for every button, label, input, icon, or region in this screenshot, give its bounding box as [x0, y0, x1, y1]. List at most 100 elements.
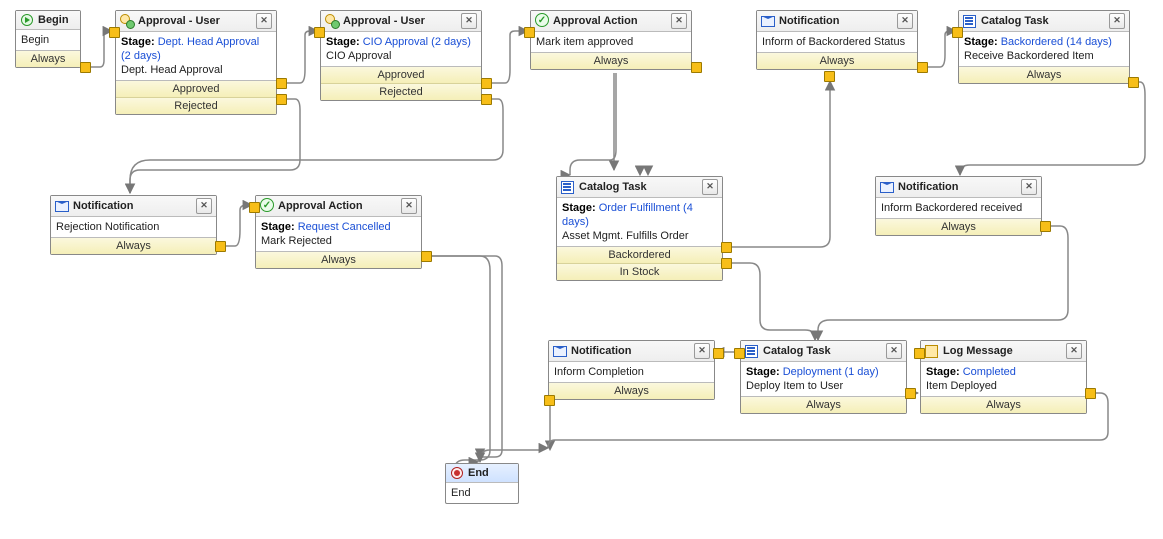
node-title: Notification [571, 345, 694, 357]
close-icon[interactable]: ✕ [256, 13, 272, 29]
outcome-always[interactable]: Always [741, 397, 906, 413]
catalog-task-icon [561, 180, 575, 194]
node-subtitle: Deploy Item to User [746, 380, 843, 392]
catalog-task-icon [745, 344, 759, 358]
approval-action-icon [260, 199, 274, 213]
port-in[interactable] [952, 27, 963, 38]
port-out[interactable] [276, 94, 287, 105]
node-subtitle: Receive Backordered Item [964, 50, 1094, 62]
port-out[interactable] [544, 395, 555, 406]
stage-value: Request Cancelled [298, 221, 391, 233]
outcome-approved[interactable]: Approved [321, 67, 481, 83]
node-subtitle: Item Deployed [926, 380, 997, 392]
outcome-always[interactable]: Always [876, 219, 1041, 235]
node-title: Notification [73, 200, 196, 212]
node-catalog-deploy[interactable]: Catalog Task ✕ Stage: Deployment (1 day)… [740, 340, 907, 414]
port-in[interactable] [249, 202, 260, 213]
node-subtitle: Inform Backordered received [876, 198, 1041, 218]
port-out[interactable] [1085, 388, 1096, 399]
stage-label: Stage: [562, 202, 596, 214]
outcome-always[interactable]: Always [256, 252, 421, 268]
node-notification-rejection[interactable]: Notification ✕ Rejection Notification Al… [50, 195, 217, 255]
node-title: End [468, 467, 514, 479]
outcome-always[interactable]: Always [549, 383, 714, 399]
close-icon[interactable]: ✕ [1066, 343, 1082, 359]
node-subtitle: Inform Completion [549, 362, 714, 382]
node-approval-action-cancelled[interactable]: Approval Action ✕ Stage: Request Cancell… [255, 195, 422, 269]
node-approval-dept[interactable]: Approval - User ✕ Stage: Dept. Head Appr… [115, 10, 277, 115]
node-catalog-backordered[interactable]: Catalog Task ✕ Stage: Backordered (14 da… [958, 10, 1130, 84]
node-catalog-fulfill[interactable]: Catalog Task ✕ Stage: Order Fulfillment … [556, 176, 723, 281]
end-icon [450, 466, 464, 480]
port-out[interactable] [721, 258, 732, 269]
stage-label: Stage: [926, 366, 960, 378]
node-title: Catalog Task [981, 15, 1109, 27]
port-in[interactable] [734, 348, 745, 359]
port-in[interactable] [713, 348, 724, 359]
node-notification-completion[interactable]: Notification ✕ Inform Completion Always [548, 340, 715, 400]
port-out[interactable] [905, 388, 916, 399]
port-out[interactable] [481, 78, 492, 89]
node-subtitle: Mark item approved [531, 32, 691, 52]
outcome-always[interactable]: Always [51, 238, 216, 254]
port-in[interactable] [314, 27, 325, 38]
notification-icon [761, 14, 775, 28]
port-out[interactable] [215, 241, 226, 252]
close-icon[interactable]: ✕ [694, 343, 710, 359]
node-title: Catalog Task [579, 181, 702, 193]
node-title: Approval - User [138, 15, 256, 27]
outcome-always[interactable]: Always [959, 67, 1129, 83]
outcome-approved[interactable]: Approved [116, 81, 276, 97]
stage-value: Backordered (14 days) [1001, 36, 1112, 48]
node-log-deployed[interactable]: Log Message ✕ Stage: Completed Item Depl… [920, 340, 1087, 414]
close-icon[interactable]: ✕ [886, 343, 902, 359]
outcome-instock[interactable]: In Stock [557, 263, 722, 280]
stage-value: Completed [963, 366, 1016, 378]
close-icon[interactable]: ✕ [1109, 13, 1125, 29]
outcome-rejected[interactable]: Rejected [321, 83, 481, 100]
outcome-always[interactable]: Always [757, 53, 917, 69]
port-out[interactable] [421, 251, 432, 262]
outcome-always[interactable]: Always [921, 397, 1086, 413]
notification-icon [553, 344, 567, 358]
outcome-always[interactable]: Always [531, 53, 691, 69]
outcome-backordered[interactable]: Backordered [557, 247, 722, 263]
port-out[interactable] [1040, 221, 1051, 232]
node-begin[interactable]: Begin Begin Always [15, 10, 81, 68]
port-in[interactable] [824, 71, 835, 82]
close-icon[interactable]: ✕ [702, 179, 718, 195]
node-end[interactable]: End End [445, 463, 519, 504]
port-out[interactable] [276, 78, 287, 89]
port-in[interactable] [524, 27, 535, 38]
port-in[interactable] [109, 27, 120, 38]
begin-icon [20, 13, 34, 27]
approval-user-icon [325, 14, 339, 28]
node-subtitle: Inform of Backordered Status [757, 32, 917, 52]
catalog-task-icon [963, 14, 977, 28]
outcome-always[interactable]: Always [16, 51, 80, 67]
port-out[interactable] [917, 62, 928, 73]
close-icon[interactable]: ✕ [401, 198, 417, 214]
node-notification-backordered-status[interactable]: Notification ✕ Inform of Backordered Sta… [756, 10, 918, 70]
close-icon[interactable]: ✕ [671, 13, 687, 29]
log-message-icon [925, 344, 939, 358]
outcome-rejected[interactable]: Rejected [116, 97, 276, 114]
node-approval-action-mark[interactable]: Approval Action ✕ Mark item approved Alw… [530, 10, 692, 70]
stage-value: CIO Approval (2 days) [363, 36, 471, 48]
port-out[interactable] [721, 242, 732, 253]
port-out[interactable] [481, 94, 492, 105]
node-notification-backordered-received[interactable]: Notification ✕ Inform Backordered receiv… [875, 176, 1042, 236]
port-out[interactable] [80, 62, 91, 73]
node-subtitle: CIO Approval [326, 50, 391, 62]
close-icon[interactable]: ✕ [461, 13, 477, 29]
port-out[interactable] [691, 62, 702, 73]
stage-label: Stage: [326, 36, 360, 48]
port-out[interactable] [1128, 77, 1139, 88]
node-approval-cio[interactable]: Approval - User ✕ Stage: CIO Approval (2… [320, 10, 482, 101]
stage-label: Stage: [261, 221, 295, 233]
close-icon[interactable]: ✕ [897, 13, 913, 29]
node-title: Begin [38, 14, 76, 26]
close-icon[interactable]: ✕ [196, 198, 212, 214]
port-in[interactable] [914, 348, 925, 359]
close-icon[interactable]: ✕ [1021, 179, 1037, 195]
